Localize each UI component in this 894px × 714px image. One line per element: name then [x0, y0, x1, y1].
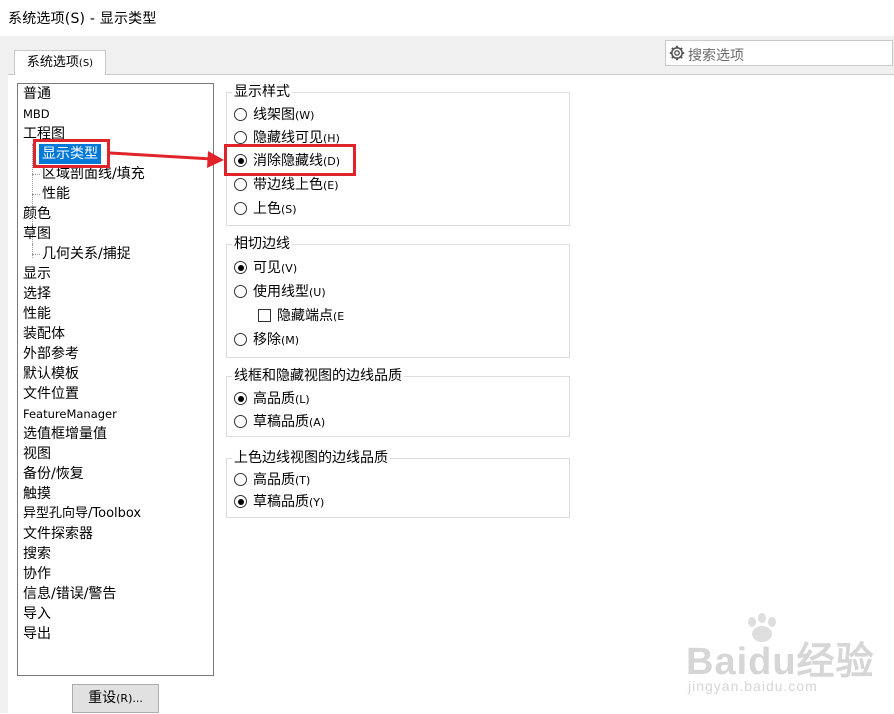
title-bar: 系统选项(S) - 显示类型 [0, 0, 894, 36]
tree-connector [32, 194, 40, 195]
tree-item-spin-box-increments[interactable]: 选值框增量值 [23, 424, 107, 444]
option-label: 可见 [253, 260, 281, 276]
option-accel: (A) [309, 416, 326, 429]
tree-item-export[interactable]: 导出 [23, 624, 51, 644]
tree-item-collaboration[interactable]: 协作 [23, 564, 51, 584]
radio-circle-selected [234, 495, 247, 508]
annotation-arrow-icon [109, 151, 224, 168]
option-accel: (U) [309, 286, 326, 299]
search-box[interactable]: 搜索选项 [665, 40, 893, 66]
tree-item-relations-snaps[interactable]: 几何关系/捕捉 [42, 244, 131, 264]
option-accel: (L) [295, 393, 310, 406]
option-accel: (T) [295, 474, 311, 487]
radio-circle [234, 473, 247, 486]
tree-item-hole-wizard-toolbox[interactable]: 异型孔向导/Toolbox [23, 504, 141, 524]
tree-item-messages[interactable]: 信息/错误/警告 [23, 584, 116, 604]
option-label: 草稿品质 [253, 414, 309, 430]
option-label: 上色 [253, 201, 281, 217]
option-label: 高品质 [253, 472, 295, 488]
tab-system-options[interactable]: 系统选项(S) [14, 50, 106, 75]
radio-circle-selected [234, 392, 247, 405]
option-accel: (Y) [309, 496, 325, 509]
tree-item-general[interactable]: 普通 [23, 84, 51, 104]
tree-item-selection[interactable]: 选择 [23, 284, 51, 304]
tangent-edges-title: 相切边线 [232, 235, 292, 253]
tree-item-search[interactable]: 搜索 [23, 544, 51, 564]
option-accel: (E [333, 310, 345, 323]
option-accel: (M) [281, 334, 300, 347]
option-accel: (S) [281, 203, 297, 216]
option-label: 线架图 [253, 107, 295, 123]
option-label: 使用线型 [253, 284, 309, 300]
tree-item-assemblies[interactable]: 装配体 [23, 324, 65, 344]
tree-item-mbd[interactable]: MBD [23, 104, 50, 124]
radio-circle [234, 415, 247, 428]
radio-circle [234, 333, 247, 346]
tree-item-import[interactable]: 导入 [23, 604, 51, 624]
radio-circle-selected [234, 261, 247, 274]
tree-item-colors[interactable]: 颜色 [23, 204, 51, 224]
option-label: 草稿品质 [253, 494, 309, 510]
reset-button[interactable]: 重设(R)... [72, 684, 159, 713]
tree-item-touch[interactable]: 触摸 [23, 484, 51, 504]
tree-item-display[interactable]: 显示 [23, 264, 51, 284]
tab-label: 系统选项 [26, 55, 79, 70]
tree-item-performance[interactable]: 性能 [23, 304, 51, 324]
wireframe-quality-title: 线框和隐藏视图的边线品质 [232, 367, 404, 385]
tree-item-default-templates[interactable]: 默认模板 [23, 364, 79, 384]
tree-item-file-locations[interactable]: 文件位置 [23, 384, 79, 404]
reset-accel: (R)... [116, 692, 143, 705]
search-placeholder: 搜索选项 [688, 48, 744, 64]
tree-item-sketch[interactable]: 草图 [23, 224, 51, 244]
annotation-highlight-box [33, 139, 110, 168]
checkbox-square [258, 309, 271, 322]
gear-icon [669, 45, 685, 61]
option-label: 带边线上色 [253, 177, 323, 193]
tab-accel: (S) [78, 58, 94, 69]
tree-item-external-references[interactable]: 外部参考 [23, 344, 79, 364]
tree-connector [32, 244, 33, 254]
tree-item-featuremanager[interactable]: FeatureManager [23, 404, 117, 424]
radio-circle [234, 202, 247, 215]
window-title: 系统选项(S) - 显示类型 [8, 11, 157, 27]
option-label: 移除 [253, 332, 281, 348]
option-label: 隐藏端点 [277, 308, 333, 324]
reset-label: 重设 [88, 690, 117, 706]
shaded-quality-title: 上色边线视图的边线品质 [232, 449, 390, 467]
tree-item-file-explorer[interactable]: 文件探索器 [23, 524, 93, 544]
option-accel: (V) [281, 262, 298, 275]
tree-item-view[interactable]: 视图 [23, 444, 51, 464]
tree-connector [32, 254, 40, 255]
tree-item-backup-recover[interactable]: 备份/恢复 [23, 464, 84, 484]
radio-circle [234, 108, 247, 121]
tree-item-drawing-performance[interactable]: 性能 [42, 184, 70, 204]
option-label: 高品质 [253, 391, 295, 407]
option-accel: (E) [323, 179, 339, 192]
radio-circle [234, 285, 247, 298]
option-accel: (W) [295, 109, 315, 122]
annotation-highlight-box [224, 144, 356, 176]
tree-connector [32, 174, 40, 175]
display-style-title: 显示样式 [232, 83, 292, 101]
